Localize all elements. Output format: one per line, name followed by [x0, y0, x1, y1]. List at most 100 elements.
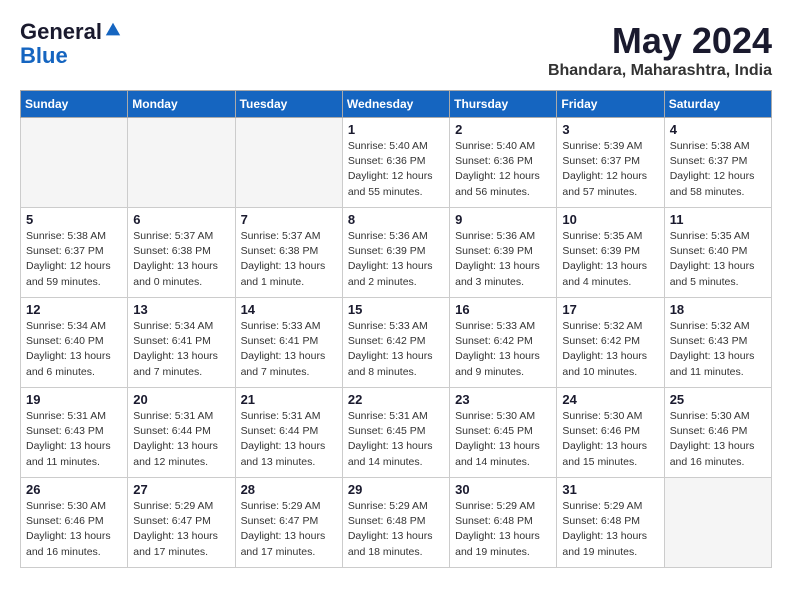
day-info: Sunrise: 5:31 AMSunset: 6:45 PMDaylight:…	[348, 409, 444, 470]
day-number: 19	[26, 392, 122, 407]
day-number: 20	[133, 392, 229, 407]
location-title: Bhandara, Maharashtra, India	[548, 62, 772, 80]
week-row-5: 26 Sunrise: 5:30 AMSunset: 6:46 PMDayligh…	[21, 478, 772, 568]
day-info: Sunrise: 5:30 AMSunset: 6:46 PMDaylight:…	[26, 499, 122, 560]
calendar-cell: 21 Sunrise: 5:31 AMSunset: 6:44 PMDayligh…	[235, 388, 342, 478]
calendar-cell: 31 Sunrise: 5:29 AMSunset: 6:48 PMDayligh…	[557, 478, 664, 568]
day-number: 17	[562, 302, 658, 317]
day-number: 3	[562, 122, 658, 137]
day-number: 18	[670, 302, 766, 317]
day-number: 2	[455, 122, 551, 137]
calendar-cell: 26 Sunrise: 5:30 AMSunset: 6:46 PMDayligh…	[21, 478, 128, 568]
day-info: Sunrise: 5:36 AMSunset: 6:39 PMDaylight:…	[455, 229, 551, 290]
week-row-1: 1 Sunrise: 5:40 AMSunset: 6:36 PMDaylight…	[21, 118, 772, 208]
day-number: 6	[133, 212, 229, 227]
calendar-cell: 22 Sunrise: 5:31 AMSunset: 6:45 PMDayligh…	[342, 388, 449, 478]
calendar-cell: 3 Sunrise: 5:39 AMSunset: 6:37 PMDaylight…	[557, 118, 664, 208]
day-info: Sunrise: 5:31 AMSunset: 6:44 PMDaylight:…	[241, 409, 337, 470]
weekday-header-row: SundayMondayTuesdayWednesdayThursdayFrid…	[21, 91, 772, 118]
day-info: Sunrise: 5:29 AMSunset: 6:48 PMDaylight:…	[562, 499, 658, 560]
page-header: General Blue May 2024 Bhandara, Maharash…	[20, 20, 772, 80]
day-number: 14	[241, 302, 337, 317]
day-number: 23	[455, 392, 551, 407]
weekday-header-saturday: Saturday	[664, 91, 771, 118]
day-info: Sunrise: 5:39 AMSunset: 6:37 PMDaylight:…	[562, 139, 658, 200]
calendar-cell: 2 Sunrise: 5:40 AMSunset: 6:36 PMDaylight…	[450, 118, 557, 208]
day-info: Sunrise: 5:34 AMSunset: 6:40 PMDaylight:…	[26, 319, 122, 380]
day-number: 13	[133, 302, 229, 317]
day-info: Sunrise: 5:38 AMSunset: 6:37 PMDaylight:…	[670, 139, 766, 200]
day-info: Sunrise: 5:30 AMSunset: 6:46 PMDaylight:…	[670, 409, 766, 470]
calendar-cell: 19 Sunrise: 5:31 AMSunset: 6:43 PMDayligh…	[21, 388, 128, 478]
day-info: Sunrise: 5:31 AMSunset: 6:44 PMDaylight:…	[133, 409, 229, 470]
weekday-header-thursday: Thursday	[450, 91, 557, 118]
calendar-cell: 27Sunrise: 5:29 AMSunset: 6:47 PMDayligh…	[128, 478, 235, 568]
logo-icon	[104, 21, 122, 39]
day-number: 5	[26, 212, 122, 227]
day-info: Sunrise: 5:30 AMSunset: 6:46 PMDaylight:…	[562, 409, 658, 470]
day-info: Sunrise: 5:37 AMSunset: 6:38 PMDaylight:…	[133, 229, 229, 290]
day-number: 10	[562, 212, 658, 227]
week-row-4: 19 Sunrise: 5:31 AMSunset: 6:43 PMDayligh…	[21, 388, 772, 478]
calendar-cell: 25 Sunrise: 5:30 AMSunset: 6:46 PMDayligh…	[664, 388, 771, 478]
weekday-header-sunday: Sunday	[21, 91, 128, 118]
calendar-cell	[235, 118, 342, 208]
day-number: 22	[348, 392, 444, 407]
day-info: Sunrise: 5:40 AMSunset: 6:36 PMDaylight:…	[455, 139, 551, 200]
calendar-cell: 16 Sunrise: 5:33 AMSunset: 6:42 PMDayligh…	[450, 298, 557, 388]
day-number: 21	[241, 392, 337, 407]
day-info: Sunrise: 5:40 AMSunset: 6:36 PMDaylight:…	[348, 139, 444, 200]
logo-blue: Blue	[20, 43, 68, 68]
logo: General Blue	[20, 20, 122, 68]
day-number: 31	[562, 482, 658, 497]
day-number: 1	[348, 122, 444, 137]
day-number: 26	[26, 482, 122, 497]
day-info: Sunrise: 5:29 AMSunset: 6:48 PMDaylight:…	[455, 499, 551, 560]
day-info: Sunrise: 5:37 AMSunset: 6:38 PMDaylight:…	[241, 229, 337, 290]
calendar-cell	[664, 478, 771, 568]
calendar-cell	[21, 118, 128, 208]
week-row-2: 5 Sunrise: 5:38 AMSunset: 6:37 PMDaylight…	[21, 208, 772, 298]
day-number: 15	[348, 302, 444, 317]
calendar-cell: 12Sunrise: 5:34 AMSunset: 6:40 PMDayligh…	[21, 298, 128, 388]
calendar-cell: 24 Sunrise: 5:30 AMSunset: 6:46 PMDayligh…	[557, 388, 664, 478]
calendar-cell: 6 Sunrise: 5:37 AMSunset: 6:38 PMDaylight…	[128, 208, 235, 298]
calendar-cell: 14 Sunrise: 5:33 AMSunset: 6:41 PMDayligh…	[235, 298, 342, 388]
day-info: Sunrise: 5:30 AMSunset: 6:45 PMDaylight:…	[455, 409, 551, 470]
day-number: 27	[133, 482, 229, 497]
calendar-cell: 13 Sunrise: 5:34 AMSunset: 6:41 PMDayligh…	[128, 298, 235, 388]
calendar-cell: 28Sunrise: 5:29 AMSunset: 6:47 PMDayligh…	[235, 478, 342, 568]
day-info: Sunrise: 5:35 AMSunset: 6:39 PMDaylight:…	[562, 229, 658, 290]
week-row-3: 12Sunrise: 5:34 AMSunset: 6:40 PMDayligh…	[21, 298, 772, 388]
weekday-header-wednesday: Wednesday	[342, 91, 449, 118]
calendar-cell: 11Sunrise: 5:35 AMSunset: 6:40 PMDayligh…	[664, 208, 771, 298]
calendar-cell: 20 Sunrise: 5:31 AMSunset: 6:44 PMDayligh…	[128, 388, 235, 478]
day-number: 30	[455, 482, 551, 497]
day-number: 25	[670, 392, 766, 407]
day-info: Sunrise: 5:33 AMSunset: 6:41 PMDaylight:…	[241, 319, 337, 380]
calendar-cell: 29Sunrise: 5:29 AMSunset: 6:48 PMDayligh…	[342, 478, 449, 568]
day-number: 28	[241, 482, 337, 497]
day-info: Sunrise: 5:29 AMSunset: 6:48 PMDaylight:…	[348, 499, 444, 560]
day-info: Sunrise: 5:33 AMSunset: 6:42 PMDaylight:…	[348, 319, 444, 380]
calendar-cell: 18Sunrise: 5:32 AMSunset: 6:43 PMDayligh…	[664, 298, 771, 388]
day-info: Sunrise: 5:32 AMSunset: 6:42 PMDaylight:…	[562, 319, 658, 380]
weekday-header-friday: Friday	[557, 91, 664, 118]
day-number: 16	[455, 302, 551, 317]
calendar-table: SundayMondayTuesdayWednesdayThursdayFrid…	[20, 90, 772, 568]
day-number: 7	[241, 212, 337, 227]
weekday-header-tuesday: Tuesday	[235, 91, 342, 118]
day-info: Sunrise: 5:36 AMSunset: 6:39 PMDaylight:…	[348, 229, 444, 290]
day-number: 24	[562, 392, 658, 407]
calendar-cell: 23 Sunrise: 5:30 AMSunset: 6:45 PMDayligh…	[450, 388, 557, 478]
day-info: Sunrise: 5:38 AMSunset: 6:37 PMDaylight:…	[26, 229, 122, 290]
calendar-cell: 10 Sunrise: 5:35 AMSunset: 6:39 PMDayligh…	[557, 208, 664, 298]
day-info: Sunrise: 5:31 AMSunset: 6:43 PMDaylight:…	[26, 409, 122, 470]
calendar-cell: 4 Sunrise: 5:38 AMSunset: 6:37 PMDaylight…	[664, 118, 771, 208]
day-number: 8	[348, 212, 444, 227]
day-info: Sunrise: 5:33 AMSunset: 6:42 PMDaylight:…	[455, 319, 551, 380]
day-number: 4	[670, 122, 766, 137]
logo-general: General	[20, 19, 102, 44]
day-info: Sunrise: 5:34 AMSunset: 6:41 PMDaylight:…	[133, 319, 229, 380]
calendar-cell: 15 Sunrise: 5:33 AMSunset: 6:42 PMDayligh…	[342, 298, 449, 388]
